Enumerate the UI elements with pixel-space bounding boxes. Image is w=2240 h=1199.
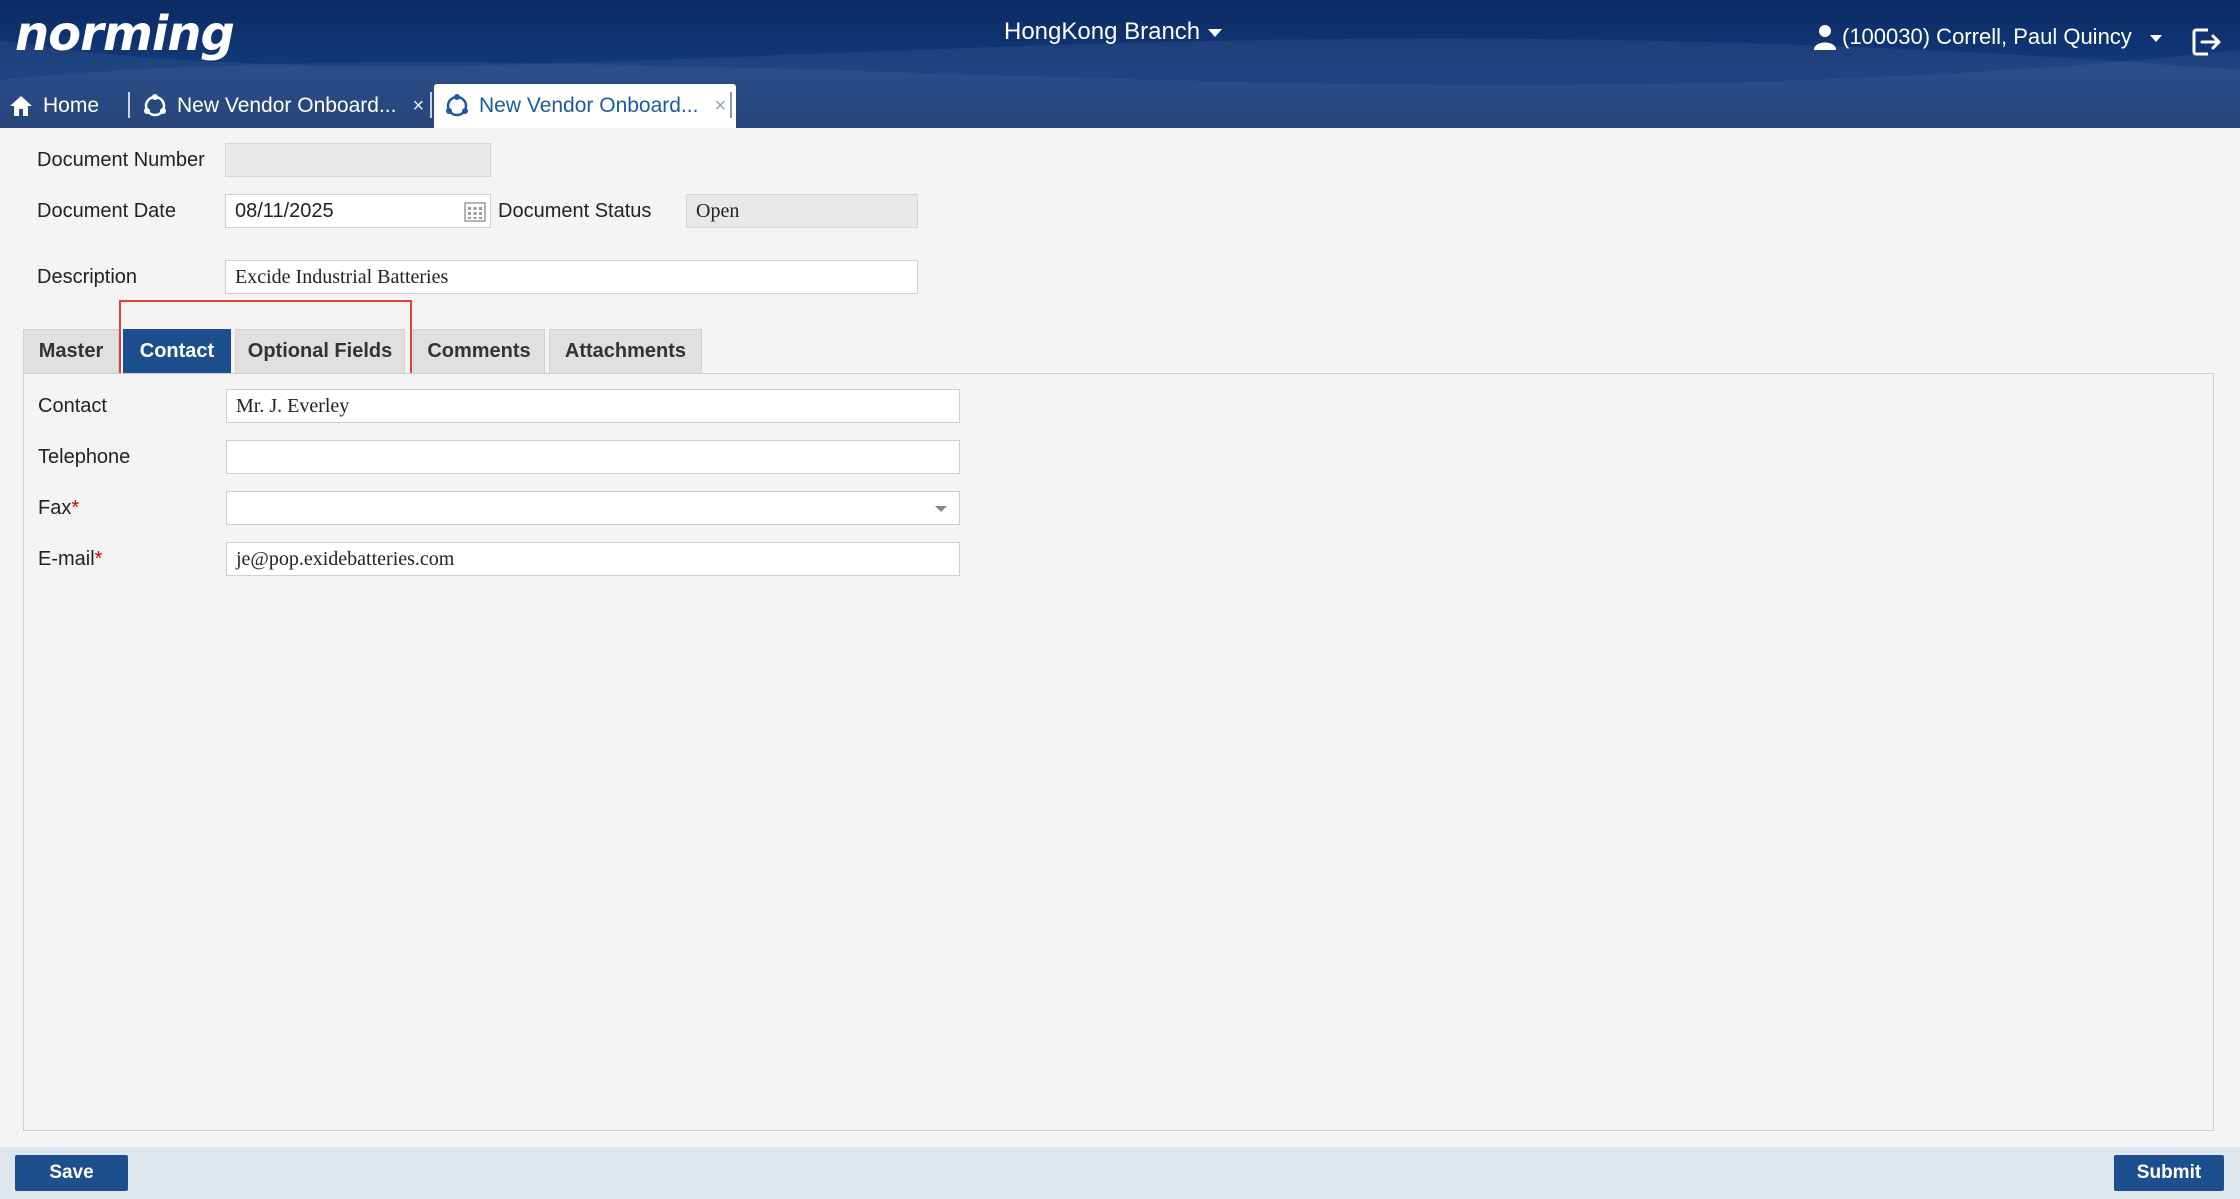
tab-divider [128,92,130,118]
required-marker: * [94,548,103,570]
tab-new-vendor-onboard-1[interactable]: New Vendor Onboard... × [142,84,424,128]
required-marker: * [71,497,80,519]
email-label: E-mail* [38,548,102,571]
contact-field[interactable]: Mr. J. Everley [226,389,960,423]
branch-selector[interactable]: HongKong Branch [1004,18,1223,46]
telephone-label: Telephone [38,446,131,468]
document-date-value: 08/11/2025 [235,199,334,222]
tab-new-vendor-onboard-2[interactable]: New Vendor Onboard... × [434,84,737,128]
chevron-down-icon[interactable] [935,506,947,512]
document-number-field [225,143,491,177]
contact-label: Contact [38,395,107,417]
document-status-field: Open [686,194,918,228]
norming-logo[interactable]: norming [15,6,235,62]
description-field[interactable]: Excide Industrial Batteries [225,260,918,294]
document-number-label: Document Number [37,149,205,171]
fax-label-text: Fax [38,497,72,519]
close-icon[interactable]: × [714,95,726,118]
description-label: Description [37,266,138,288]
top-header: norming HongKong Branch (100030) Correll… [0,0,2240,128]
tab-optional-fields[interactable]: Optional Fields [235,329,405,373]
fax-select[interactable] [226,491,960,525]
chevron-down-icon [2149,34,2162,42]
tab-label: New Vendor Onboard... [177,94,397,117]
footer-toolbar: Save Submit [0,1147,2240,1199]
logout-icon[interactable] [2190,26,2222,58]
tab-home-label: Home [43,94,100,117]
user-icon [1814,25,1836,50]
submit-button[interactable]: Submit [2114,1155,2224,1191]
save-button[interactable]: Save [15,1155,128,1191]
telephone-field[interactable] [226,440,960,474]
document-date-field[interactable]: 08/11/2025 [225,194,491,228]
user-menu[interactable]: (100030) Correll, Paul Quincy [1814,24,2162,50]
document-status-label: Document Status [498,200,652,222]
contact-panel [23,373,2214,1131]
tab-home[interactable]: Home [8,84,99,128]
email-label-text: E-mail [38,548,95,570]
user-name: (100030) Correll, Paul Quincy [1842,24,2132,49]
close-icon[interactable]: × [412,95,424,118]
tab-contact[interactable]: Contact [123,329,231,373]
fax-label: Fax* [38,497,79,520]
tab-divider [730,92,732,118]
tab-label: New Vendor Onboard... [479,94,699,117]
email-field[interactable]: je@pop.exidebatteries.com [226,542,960,576]
workflow-icon [144,94,166,117]
document-date-label: Document Date [37,200,176,222]
tab-master[interactable]: Master [23,329,119,373]
tab-comments[interactable]: Comments [413,329,545,373]
tab-attachments[interactable]: Attachments [549,329,702,373]
workflow-icon [446,94,468,117]
chevron-down-icon [1208,29,1223,37]
home-icon [10,96,32,116]
app-tab-strip: Home New Vendor Onboard... × New Vendor … [0,84,2240,128]
tab-divider [430,92,432,118]
branch-label: HongKong Branch [1004,18,1201,45]
calendar-icon[interactable] [464,201,486,223]
